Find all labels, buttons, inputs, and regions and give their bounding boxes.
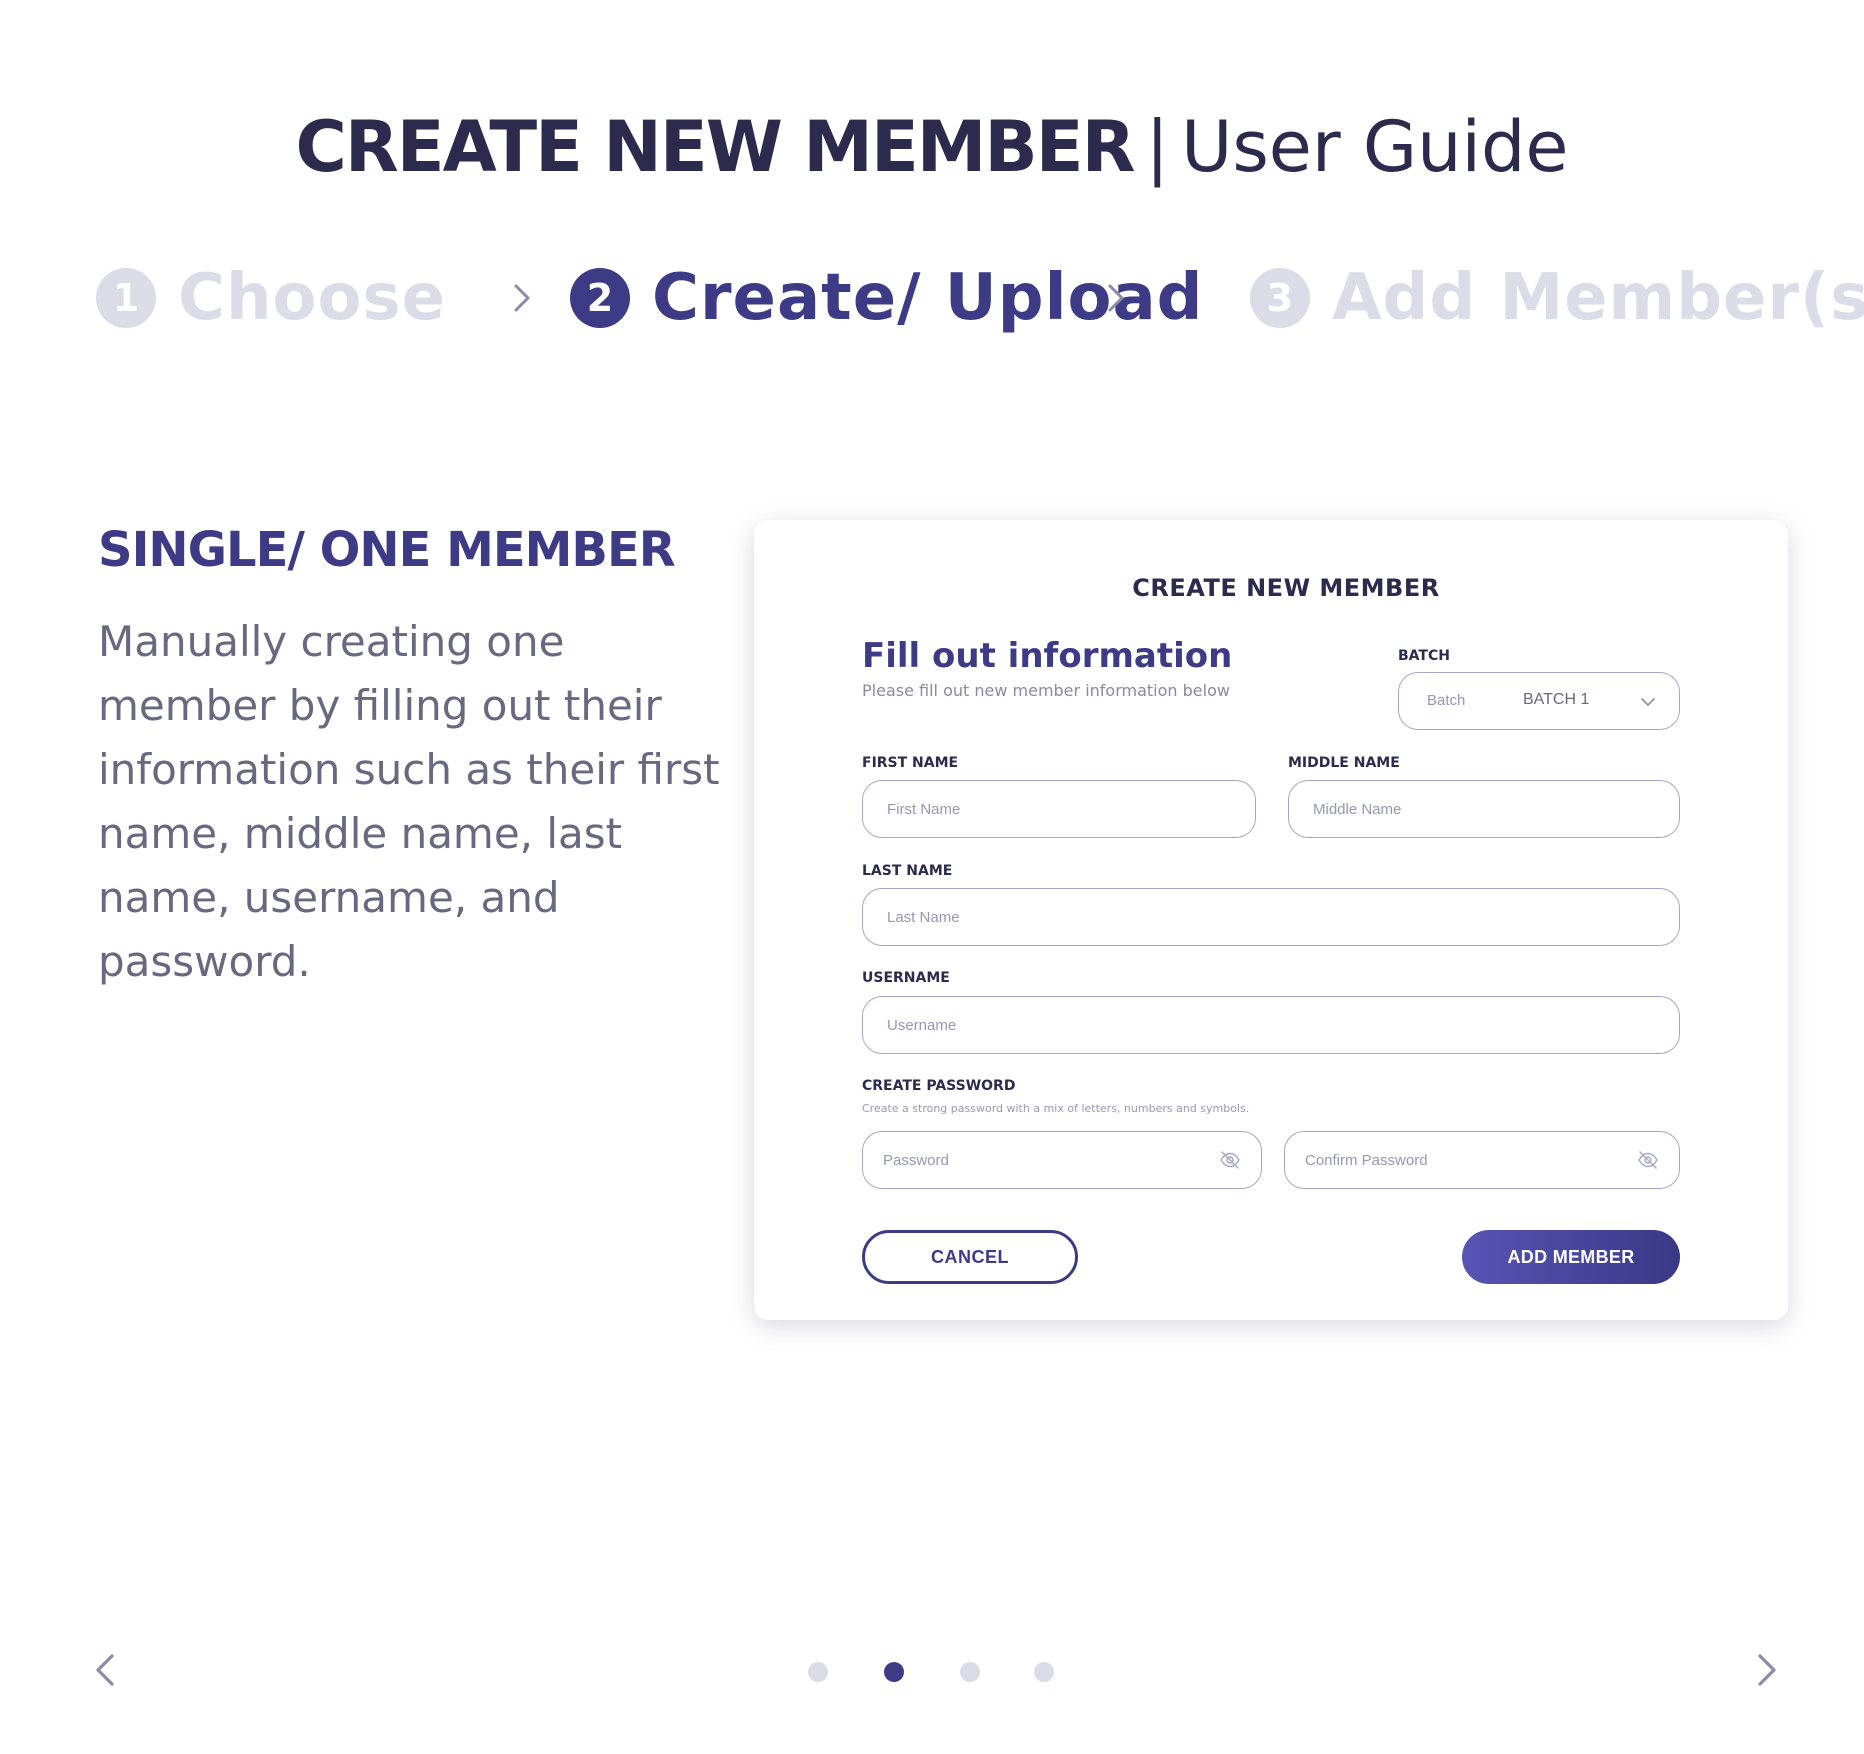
chevron-right-icon	[1108, 284, 1124, 312]
step-label: Choose	[178, 261, 446, 335]
step-number: 2	[570, 268, 630, 328]
username-input[interactable]	[887, 997, 1623, 1053]
first-name-label: FIRST NAME	[862, 755, 959, 771]
chevron-left-icon[interactable]	[88, 1650, 124, 1690]
stepper: 1 Choose 2 Create/ Upload 3 Add Member(s…	[96, 261, 1864, 335]
step-label: Add Member(s)	[1332, 261, 1864, 335]
confirm-password-field	[1284, 1131, 1680, 1189]
chevron-right-icon[interactable]	[1748, 1650, 1784, 1690]
chevron-right-icon	[514, 284, 530, 312]
batch-select[interactable]: Batch BATCH 1	[1398, 672, 1680, 730]
pagination-dot-active[interactable]	[884, 1662, 904, 1682]
password-hint: Create a strong password with a mix of l…	[862, 1102, 1250, 1115]
first-name-field	[862, 780, 1256, 838]
add-member-button[interactable]: ADD MEMBER	[1462, 1230, 1680, 1284]
page-title-separator: |	[1145, 106, 1170, 188]
username-field	[862, 996, 1680, 1054]
confirm-password-input[interactable]	[1305, 1132, 1619, 1188]
section-description: Manually creating one member by filling …	[98, 617, 720, 986]
fill-info-subtitle: Please fill out new member information b…	[862, 681, 1230, 700]
last-name-label: LAST NAME	[862, 863, 953, 879]
middle-name-input[interactable]	[1313, 781, 1623, 837]
step-number: 1	[96, 268, 156, 328]
page-title-sub: User Guide	[1181, 106, 1569, 188]
middle-name-field	[1288, 780, 1680, 838]
password-input[interactable]	[883, 1132, 1201, 1188]
step-add-members[interactable]: 3 Add Member(s)	[1250, 261, 1864, 335]
last-name-input[interactable]	[887, 889, 1623, 945]
eye-off-icon[interactable]	[1637, 1149, 1659, 1171]
password-field	[862, 1131, 1262, 1189]
chevron-down-icon	[1641, 698, 1655, 706]
pagination-dot[interactable]	[808, 1662, 828, 1682]
pagination-dots	[808, 1662, 1068, 1684]
batch-label: BATCH	[1398, 648, 1450, 664]
cancel-button[interactable]: CANCEL	[862, 1230, 1078, 1284]
pagination-dot[interactable]	[960, 1662, 980, 1682]
batch-placeholder: Batch	[1427, 692, 1466, 709]
first-name-input[interactable]	[887, 781, 1199, 837]
step-number: 3	[1250, 268, 1310, 328]
step-choose[interactable]: 1 Choose	[96, 261, 446, 335]
eye-off-icon[interactable]	[1219, 1149, 1241, 1171]
pagination-dot[interactable]	[1034, 1662, 1054, 1682]
username-label: USERNAME	[862, 970, 950, 986]
fill-info-title: Fill out information	[862, 636, 1233, 676]
batch-value: BATCH 1	[1523, 691, 1590, 708]
page-title-main: CREATE NEW MEMBER	[295, 106, 1136, 188]
password-label: CREATE PASSWORD	[862, 1078, 1016, 1094]
page-title: CREATE NEW MEMBER | User Guide	[0, 112, 1864, 182]
section-heading: SINGLE/ ONE MEMBER	[98, 522, 676, 578]
card-title: CREATE NEW MEMBER	[1132, 574, 1440, 602]
middle-name-label: MIDDLE NAME	[1288, 755, 1400, 771]
last-name-field	[862, 888, 1680, 946]
